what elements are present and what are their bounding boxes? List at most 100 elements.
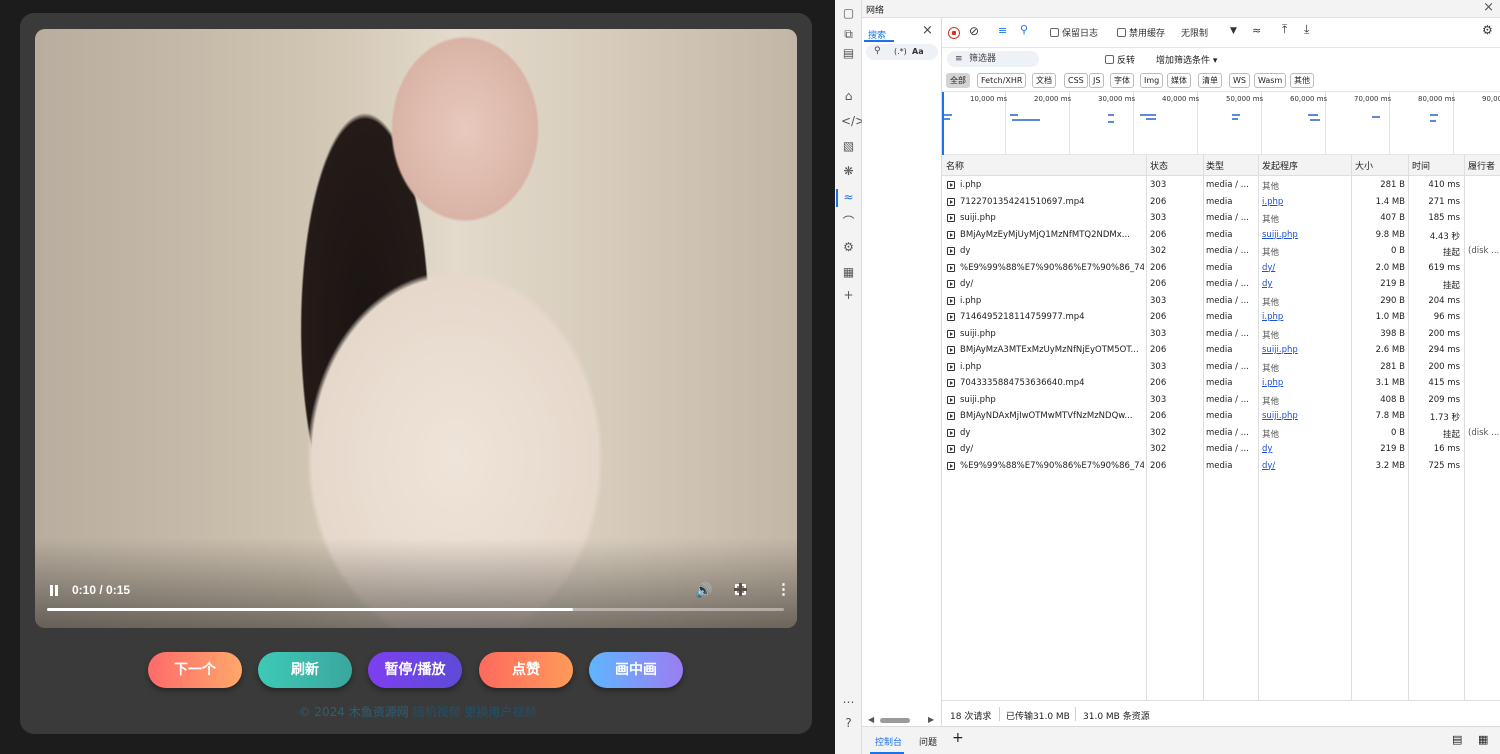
application-icon[interactable]: ▦: [841, 265, 856, 280]
table-row[interactable]: suiji.php 303 media / ... 其他 407 B 185 ms: [942, 211, 1500, 228]
dock-icon[interactable]: ▤: [1452, 733, 1462, 746]
search-input[interactable]: ⚲ (.*) Aa: [866, 44, 938, 60]
footer-link-user-video[interactable]: 更换用户视频: [464, 705, 536, 719]
throttle-dropdown-icon[interactable]: ▼: [1230, 26, 1237, 36]
regex-toggle[interactable]: (.*): [894, 47, 907, 56]
more-filters-button[interactable]: 增加筛选条件 ▾: [1156, 53, 1217, 66]
window-icon[interactable]: ▤: [841, 46, 856, 61]
console-icon[interactable]: ▧: [841, 139, 856, 154]
filter-input[interactable]: ≡ 筛选器: [947, 51, 1039, 67]
type-filter-media[interactable]: 媒体: [1167, 73, 1191, 88]
table-row[interactable]: %E9%99%88%E7%90%86%E7%90%86_74... 206 medi…: [942, 459, 1500, 476]
scroll-left-icon[interactable]: ◀: [868, 715, 874, 724]
column-header-time[interactable]: 时间: [1412, 159, 1430, 172]
close-icon[interactable]: ×: [1483, 0, 1494, 15]
more-options-icon[interactable]: ⋮: [776, 581, 791, 599]
scroll-right-icon[interactable]: ▶: [928, 715, 934, 724]
device-toolbar-icon[interactable]: ▢: [841, 6, 856, 21]
home-icon[interactable]: ⌂: [841, 89, 856, 104]
table-row[interactable]: dy/302 media / ... dy 219 B 16 ms: [942, 442, 1500, 459]
table-row[interactable]: suiji.php 303 media / ... 其他 408 B 209 ms: [942, 393, 1500, 410]
type-filter-ws[interactable]: WS: [1229, 73, 1250, 88]
type-filter-font[interactable]: 字体: [1110, 73, 1134, 88]
table-row[interactable]: 7146495218114759977.mp4 206 media i.php 1.0 …: [942, 310, 1500, 327]
column-header-status[interactable]: 状态: [1150, 159, 1168, 172]
performance-icon[interactable]: ⌒: [841, 215, 856, 230]
type-filter-all[interactable]: 全部: [946, 73, 970, 88]
table-row[interactable]: 7043335884753636640.mp4 206 media i.php 3.1 …: [942, 376, 1500, 393]
network-timeline-overview[interactable]: 10,000 ms 20,000 ms 30,000 ms 40,000 ms …: [942, 91, 1500, 156]
table-row[interactable]: %E9%99%88%E7%90%86%E7%90%86_74... 206 medi…: [942, 261, 1500, 278]
type-filter-css[interactable]: CSS: [1064, 73, 1088, 88]
drawer-toggle-icon[interactable]: ▦: [1478, 733, 1488, 746]
export-har-icon[interactable]: ⤓: [1304, 22, 1309, 37]
add-drawer-tab-icon[interactable]: +: [952, 730, 964, 746]
record-icon[interactable]: [948, 27, 960, 39]
tab-issues[interactable]: 问题: [919, 735, 937, 748]
type-filter-js[interactable]: JS: [1089, 73, 1105, 88]
picture-in-picture-button[interactable]: 画中画: [589, 652, 683, 688]
match-case-toggle[interactable]: Aa: [912, 47, 924, 56]
type-filter-img[interactable]: Img: [1140, 73, 1164, 88]
cell-initiator[interactable]: dy: [1262, 279, 1350, 289]
video-player[interactable]: 0:10 / 0:15 🔊 ⋮: [35, 29, 797, 628]
bug-icon[interactable]: ❋: [841, 164, 856, 179]
cell-initiator[interactable]: i.php: [1262, 378, 1350, 388]
tab-console[interactable]: 控制台: [875, 735, 902, 748]
column-header-size[interactable]: 大小: [1355, 159, 1373, 172]
filter-icon[interactable]: ≡: [998, 24, 1007, 37]
next-button[interactable]: 下一个: [148, 652, 242, 688]
like-button[interactable]: 点赞: [479, 652, 573, 688]
disable-cache-checkbox[interactable]: 禁用缓存: [1117, 26, 1165, 39]
table-row[interactable]: suiji.php 303 media / ... 其他 398 B 200 ms: [942, 327, 1500, 344]
type-filter-doc[interactable]: 文档: [1032, 73, 1056, 88]
help-icon[interactable]: ?: [841, 716, 856, 731]
settings-gear-icon[interactable]: ⚙: [841, 240, 856, 255]
cell-initiator[interactable]: dy: [1262, 444, 1350, 454]
search-network-icon[interactable]: ⚲: [1020, 23, 1028, 36]
cell-initiator[interactable]: suiji.php: [1262, 230, 1350, 240]
cell-initiator[interactable]: i.php: [1262, 197, 1350, 207]
type-filter-fetch-xhr[interactable]: Fetch/XHR: [977, 73, 1027, 88]
table-row[interactable]: i.php 303 media / ... 其他 281 B 200 ms: [942, 360, 1500, 377]
cell-initiator[interactable]: suiji.php: [1262, 345, 1350, 355]
throttling-select[interactable]: 无限制: [1181, 26, 1208, 39]
clear-icon[interactable]: ⊘: [969, 24, 979, 38]
table-row[interactable]: BMjAyMzEyMjUyMjQ1MzNfMTQ2NDMx... 206 media…: [942, 228, 1500, 245]
cell-initiator[interactable]: dy/: [1262, 461, 1350, 471]
column-header-name[interactable]: 名称: [946, 159, 964, 172]
table-row[interactable]: dy/206 media / ... dy 219 B 挂起: [942, 277, 1500, 294]
cell-initiator[interactable]: dy/: [1262, 263, 1350, 273]
elements-icon[interactable]: </>: [841, 114, 865, 129]
network-conditions-icon[interactable]: ≈: [1252, 24, 1261, 37]
cell-initiator[interactable]: i.php: [1262, 312, 1350, 322]
table-row[interactable]: dy 302 media / ... 其他 0 B 挂起 (disk ...: [942, 244, 1500, 261]
column-header-type[interactable]: 类型: [1206, 159, 1224, 172]
type-filter-other[interactable]: 其他: [1290, 73, 1314, 88]
table-row[interactable]: i.php 303 media / ... 其他 281 B 410 ms: [942, 178, 1500, 195]
cell-initiator[interactable]: suiji.php: [1262, 411, 1350, 421]
table-row[interactable]: i.php 303 media / ... 其他 290 B 204 ms: [942, 294, 1500, 311]
video-progress-bar[interactable]: [47, 608, 784, 611]
close-search-icon[interactable]: ×: [922, 23, 933, 38]
type-filter-wasm[interactable]: Wasm: [1254, 73, 1287, 88]
horizontal-scrollbar[interactable]: ◀ ▶: [866, 715, 938, 725]
import-har-icon[interactable]: ⤒: [1282, 22, 1287, 37]
table-row[interactable]: BMjAyMzA3MTExMzUyMzNfNjEyOTM5OT... 206 med…: [942, 343, 1500, 360]
column-header-initiator[interactable]: 发起程序: [1262, 159, 1298, 172]
invert-checkbox[interactable]: 反转: [1105, 53, 1135, 66]
table-row[interactable]: BMjAyNDAxMjIwOTMwMTVfNzMzNDQw... 206 media…: [942, 409, 1500, 426]
play-pause-button[interactable]: 暂停/播放: [368, 652, 462, 688]
network-settings-gear-icon[interactable]: ⚙: [1482, 23, 1493, 37]
table-row[interactable]: dy 302 media / ... 其他 0 B 挂起 (disk ...: [942, 426, 1500, 443]
scrollbar-thumb[interactable]: [880, 718, 910, 723]
pause-icon[interactable]: [49, 585, 59, 596]
footer-link-random[interactable]: 随机视频: [413, 705, 461, 719]
inspect-element-icon[interactable]: ⧉: [841, 27, 856, 42]
preserve-log-checkbox[interactable]: 保留日志: [1050, 26, 1098, 39]
fullscreen-icon[interactable]: [734, 583, 747, 596]
more-tools-icon[interactable]: ⋯: [841, 695, 856, 710]
table-row[interactable]: 7122701354241510697.mp4 206 media i.php 1.4 …: [942, 195, 1500, 212]
add-tool-icon[interactable]: +: [841, 288, 856, 303]
type-filter-manifest[interactable]: 清单: [1198, 73, 1222, 88]
